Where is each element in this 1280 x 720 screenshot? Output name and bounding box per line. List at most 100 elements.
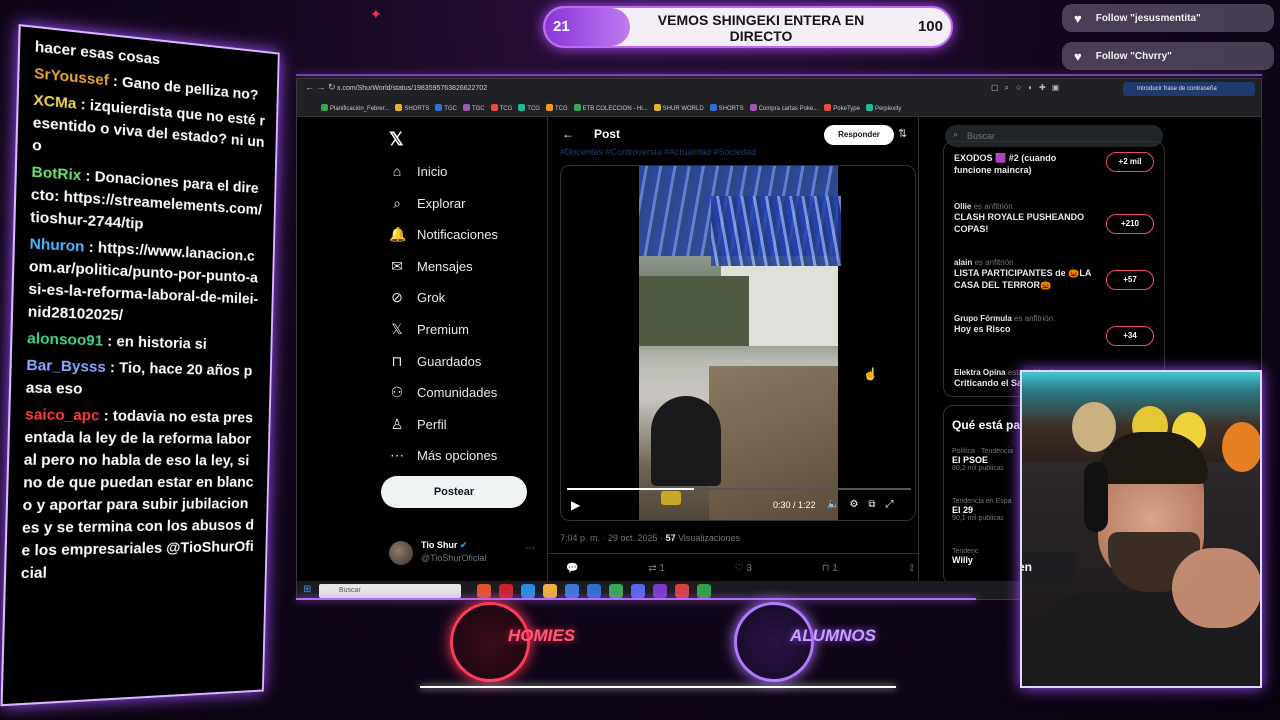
trend-item[interactable]: Política · Tendencia El PSOE 80,2 mil publ…	[952, 448, 1013, 472]
bookmark-item[interactable]: TCG	[490, 103, 512, 112]
space-item[interactable]: EXODOS 🟪 #2 (cuando funcione maincra) +2 …	[954, 152, 1160, 176]
bookmark-item[interactable]: ETB COLECCION - Hi...	[573, 103, 648, 112]
nav-item-mas-opciones[interactable]: ⋯ Más opciones	[389, 447, 497, 464]
address-bar[interactable]: x.com/ShurWorld/status/19835957638266227…	[337, 82, 897, 96]
heart-icon: ♥	[1074, 10, 1082, 26]
store-icon[interactable]	[565, 584, 579, 598]
trend-item[interactable]: Tendencia en Espa El 29 90,1 mil publicac	[952, 498, 1012, 522]
retweet-icon[interactable]: ⇄ 1	[648, 563, 665, 574]
nav-item-mensajes[interactable]: ✉ Mensajes	[389, 258, 473, 275]
video-progress-fill	[567, 488, 694, 490]
space-item[interactable]: Ollie es anfitrión CLASH ROYALE PUSHEANDO…	[954, 202, 1160, 235]
space-listener-count[interactable]: +210	[1106, 214, 1154, 234]
chat-username[interactable]: Nhuron	[29, 235, 84, 255]
trend-item[interactable]: Tendenc Willy	[952, 548, 978, 565]
post-button[interactable]: Postear	[381, 476, 527, 508]
reply-button[interactable]: Responder	[824, 125, 894, 145]
search-icon: ⌕	[953, 129, 959, 139]
bookmark-item[interactable]: TCG	[518, 103, 540, 112]
windows-start-icon[interactable]: ⊞	[303, 584, 311, 595]
nav-item-grok[interactable]: ⊘ Grok	[389, 289, 445, 306]
nav-item-label: Inicio	[417, 163, 448, 179]
browser-extension-icons[interactable]: ▢⌕☆◐✚▣	[991, 83, 1065, 93]
app-icon[interactable]	[653, 584, 667, 598]
bookmark-item[interactable]: TCG	[545, 103, 568, 112]
filter-icon[interactable]: ⇅	[898, 127, 907, 140]
space-listener-count[interactable]: +57	[1106, 270, 1154, 290]
post-hashtags[interactable]: #Docentes #Controversia #Actualidad #Soc…	[560, 147, 756, 157]
taskbar-search[interactable]: Buscar	[319, 584, 461, 598]
bookmark-label: TGC	[471, 105, 485, 112]
account-name[interactable]: Tio Shur ✔	[421, 540, 467, 551]
chat-username[interactable]: BotRix	[31, 163, 81, 184]
chat-username[interactable]: SrYoussef	[34, 65, 109, 90]
bookmark-favicon-icon	[545, 103, 553, 111]
bookmark-item[interactable]: SHORTS	[709, 103, 744, 112]
x-logo-icon[interactable]: 𝕏	[389, 129, 404, 150]
nav-item-comunidades[interactable]: ⚇ Comunidades	[389, 384, 498, 401]
space-title: LISTA PARTICIPANTES de 🎃LA CASA DEL TERR…	[954, 268, 1092, 290]
app-icon[interactable]	[697, 584, 711, 598]
bookmark-icon[interactable]: ⊓ 1	[822, 563, 838, 574]
browser-toolbar: ← → ↻ x.com/ShurWorld/status/19835957638…	[297, 79, 1261, 99]
bookmark-favicon-icon	[824, 103, 832, 111]
bookmark-item[interactable]: Compra cartas Poke...	[749, 103, 818, 112]
bookmark-label: SHORTS	[718, 105, 744, 112]
discord-icon[interactable]	[631, 584, 645, 598]
space-item[interactable]: alain es anfitrión LISTA PARTICIPANTES de…	[954, 258, 1160, 291]
chat-username[interactable]: alonsoo91	[27, 330, 103, 350]
avatar[interactable]	[389, 541, 413, 565]
neon-deco-icon: ✦	[370, 6, 382, 22]
bookmark-label: PokeType	[833, 105, 860, 112]
brave-icon[interactable]	[477, 584, 491, 598]
chat-username[interactable]: XCMa	[33, 91, 76, 112]
nav-item-inicio[interactable]: ⌂ Inicio	[389, 163, 448, 179]
explorer-icon[interactable]	[543, 584, 557, 598]
nav-item-premium[interactable]: 𝕏 Premium	[389, 321, 469, 338]
opera-icon[interactable]	[499, 584, 513, 598]
nav-item-notificaciones[interactable]: 🔔 Notificaciones	[389, 226, 498, 243]
nav-item-perfil[interactable]: ♙ Perfil	[389, 416, 447, 433]
back-arrow-icon[interactable]: ←	[562, 127, 574, 141]
bookmark-item[interactable]: TGC	[462, 103, 485, 112]
space-title: CLASH ROYALE PUSHEANDO COPAS!	[954, 212, 1085, 234]
account-more-icon[interactable]: ⋯	[525, 543, 535, 554]
share-icon[interactable]: ⇪	[908, 563, 916, 574]
space-item[interactable]: Grupo Fórmula es anfitrión Hoy es Risco +3…	[954, 314, 1160, 346]
trend-name: El PSOE	[952, 455, 989, 465]
grok-icon: ⊘	[391, 289, 403, 305]
nav-item-explorar[interactable]: ⌕ Explorar	[389, 195, 465, 212]
bookmark-item[interactable]: SHUR WORLD	[653, 103, 704, 112]
bookmark-item[interactable]: SHORTS	[395, 103, 429, 112]
bookmark-favicon-icon	[653, 103, 661, 111]
video-controls-icons[interactable]: 🔈⚙⧉⤢	[827, 499, 904, 510]
bookmark-item[interactable]: PokeType	[824, 103, 860, 112]
password-prompt[interactable]: Introducir frase de contraseña	[1123, 82, 1255, 96]
bookmark-label: ETB COLECCION - Hi...	[582, 105, 648, 112]
chat-username[interactable]: Bar_Bysss	[26, 357, 106, 376]
post-date: 7:04 p. m. · 29 oct. 2025 ·	[560, 533, 666, 543]
play-icon[interactable]: ▶	[571, 498, 580, 512]
mail-icon: ✉	[391, 258, 403, 274]
space-host: Ollie es anfitrión	[954, 202, 1160, 211]
chat-text: : todavia no esta presentada la ley de l…	[20, 407, 255, 583]
edge-icon[interactable]	[521, 584, 535, 598]
space-listener-count[interactable]: +34	[1106, 326, 1154, 346]
bookmark-item[interactable]: Perplexity	[865, 103, 901, 112]
video-progress-bar[interactable]	[567, 488, 911, 490]
chrome-icon[interactable]	[609, 584, 623, 598]
reply-icon[interactable]: 💬	[566, 563, 578, 574]
like-icon[interactable]: ♡ 3	[735, 563, 752, 574]
nav-item-guardados[interactable]: ⊓ Guardados	[389, 353, 482, 370]
app-icon[interactable]	[587, 584, 601, 598]
bookmark-item[interactable]: Planificación_Febrer...	[321, 103, 389, 112]
space-listener-count[interactable]: +2 mil	[1106, 152, 1154, 172]
nav-item-label: Notificaciones	[417, 227, 498, 242]
pokeball-icon[interactable]	[675, 584, 689, 598]
bookmark-item[interactable]: TGC	[435, 103, 457, 112]
chat-username[interactable]: saico_apc	[25, 406, 100, 424]
video-frame-floor	[709, 366, 838, 520]
video-player[interactable]: ▶ 0:30 / 1:22 🔈⚙⧉⤢	[560, 165, 916, 521]
nav-back-icon[interactable]: ← → ↻	[305, 82, 336, 93]
nav-item-label: Comunidades	[417, 385, 498, 400]
